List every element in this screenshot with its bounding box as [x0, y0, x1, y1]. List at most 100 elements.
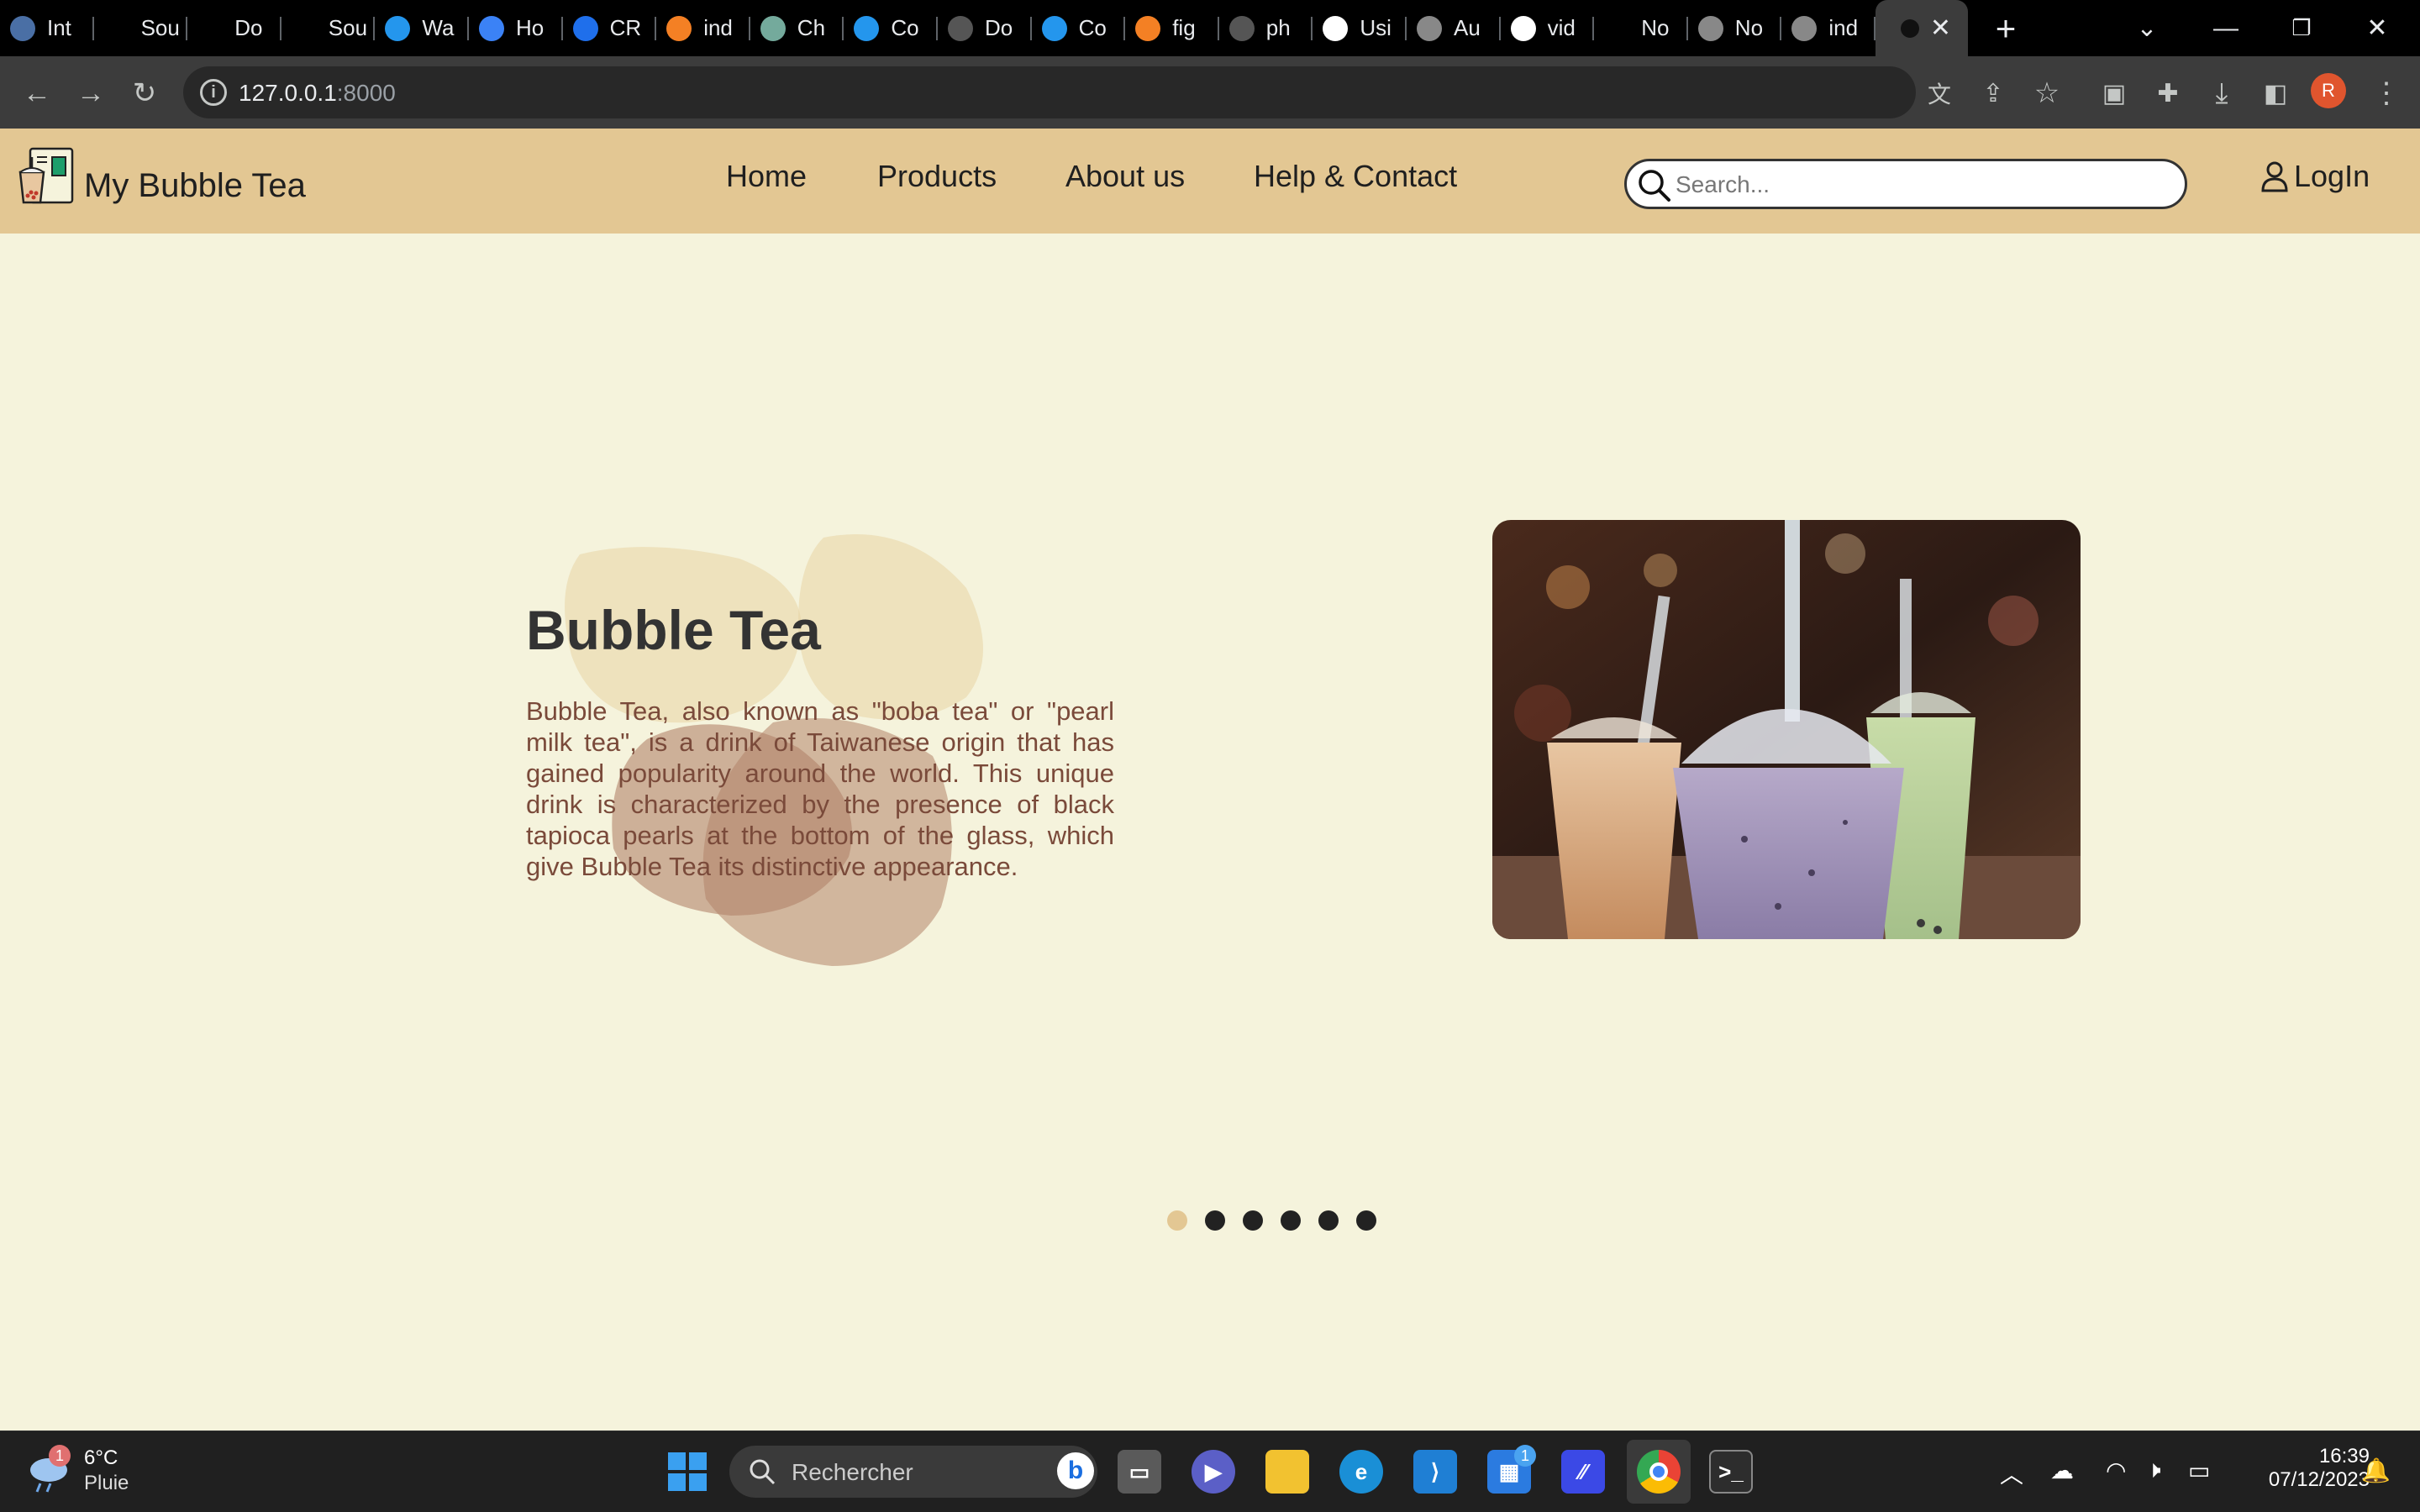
carousel-dot[interactable]	[1167, 1210, 1187, 1231]
browser-tab[interactable]: vid	[1501, 0, 1595, 56]
browser-tab[interactable]: Co	[1032, 0, 1126, 56]
browser-tab[interactable]: Au	[1407, 0, 1501, 56]
browser-tab-label: ind	[1828, 15, 1859, 40]
browser-tab[interactable]: Co	[844, 0, 938, 56]
browser-tab[interactable]: Sou	[94, 0, 188, 56]
carousel-pagination	[1167, 1210, 1376, 1231]
profile-avatar[interactable]: R	[2311, 73, 2346, 108]
taskbar-search-label: Rechercher	[792, 1459, 913, 1485]
address-bar[interactable]: i 127.0.0.1:8000	[183, 66, 1916, 118]
teams-chat-icon[interactable]: ▶	[1192, 1450, 1235, 1494]
restore-button[interactable]: ❐	[2264, 0, 2339, 56]
carousel-dot[interactable]	[1243, 1210, 1263, 1231]
power-automate-icon[interactable]: ⁄⁄	[1561, 1450, 1605, 1494]
docker-favicon	[1228, 15, 1255, 41]
wifi-icon[interactable]: ◠	[2106, 1457, 2126, 1484]
notification-bell-icon[interactable]: 🔔	[2361, 1457, 2391, 1484]
reload-icon[interactable]: ↻	[126, 75, 163, 112]
clock-date: 07/12/2023	[2268, 1468, 2370, 1491]
browser-tab[interactable]: No	[1688, 0, 1782, 56]
browser-tab-label: Usi	[1360, 15, 1392, 40]
browser-tab[interactable]: Do	[187, 0, 281, 56]
bing-icon[interactable]: b	[1057, 1452, 1094, 1489]
volume-muted-icon[interactable]: 🕨	[2146, 1457, 2161, 1484]
nav-home[interactable]: Home	[726, 159, 807, 194]
browser-tab-label: No	[1734, 15, 1764, 40]
chrome-icon[interactable]	[1637, 1450, 1681, 1494]
browser-tab[interactable]: Do	[938, 0, 1032, 56]
new-tab-button[interactable]: +	[1968, 0, 2044, 56]
user-icon	[2261, 161, 2288, 192]
share-icon[interactable]: ⇪	[1975, 75, 2012, 112]
hero-description: Bubble Tea, also known as "boba tea" or …	[526, 696, 1114, 881]
download-icon[interactable]: ⤓	[2203, 75, 2240, 112]
browser-tab[interactable]: Int	[0, 0, 94, 56]
bookmark-star-icon[interactable]: ☆	[2028, 75, 2065, 112]
battery-icon[interactable]: ▭	[2188, 1457, 2210, 1484]
forward-icon[interactable]: →	[72, 75, 109, 112]
browser-tab[interactable]: Sou	[281, 0, 376, 56]
browser-tab[interactable]: fig	[1125, 0, 1219, 56]
nav-help-contact[interactable]: Help & Contact	[1254, 159, 1457, 194]
browser-tab-label: Sou	[140, 15, 180, 40]
browser-tab[interactable]: Usi	[1313, 0, 1407, 56]
nav-products[interactable]: Products	[877, 159, 997, 194]
browser-tab-label: CR	[609, 15, 642, 40]
browser-tab-label: vid	[1547, 15, 1576, 40]
tab-search-icon[interactable]: ⌄	[2109, 0, 2185, 56]
site-info-icon[interactable]: i	[200, 79, 227, 106]
browser-tab-label: Co	[1078, 15, 1107, 40]
site-brand-name[interactable]: My Bubble Tea	[84, 167, 306, 205]
close-window-button[interactable]: ✕	[2339, 0, 2415, 56]
minimize-button[interactable]: —	[2188, 0, 2264, 56]
taskbar-search[interactable]: Rechercher b	[729, 1446, 1097, 1498]
translate-icon[interactable]: 文	[1921, 75, 1958, 112]
windows-taskbar: 1 6°C Pluie Rechercher b ▭ ▶ e ⟩ ▦ 1 ⁄⁄ …	[0, 1431, 2420, 1512]
nav-about-us[interactable]: About us	[1065, 159, 1185, 194]
browser-tab[interactable]: ph	[1219, 0, 1313, 56]
browser-tab-label: fig	[1172, 15, 1196, 40]
carousel-dot[interactable]	[1281, 1210, 1301, 1231]
tab-view-icon[interactable]: ▣	[2096, 75, 2133, 112]
weather-badge: 1	[49, 1445, 71, 1467]
google-favicon	[1510, 15, 1536, 41]
edge-browser-icon[interactable]: e	[1339, 1450, 1383, 1494]
side-panel-icon[interactable]: ◧	[2257, 75, 2294, 112]
wordpress-favicon	[1323, 15, 1349, 41]
carousel-dot[interactable]	[1356, 1210, 1376, 1231]
weather-widget[interactable]: 1 6°C Pluie	[25, 1445, 129, 1498]
login-button[interactable]: LogIn	[2260, 159, 2370, 194]
close-tab-icon[interactable]: ✕	[1930, 13, 1951, 43]
back-icon[interactable]: ←	[18, 75, 55, 112]
browser-tab-active[interactable]: ✕	[1876, 0, 1968, 56]
browser-tab[interactable]: ind	[1781, 0, 1876, 56]
extensions-icon[interactable]: ✚	[2149, 75, 2186, 112]
browser-tab[interactable]: ind	[656, 0, 750, 56]
bubble-tea-logo-icon[interactable]	[18, 147, 76, 206]
docker-favicon	[385, 15, 411, 41]
carousel-dot[interactable]	[1318, 1210, 1339, 1231]
search-icon[interactable]	[1635, 166, 1672, 203]
stackoverflow-favicon	[1135, 15, 1161, 41]
stackoverflow-favicon	[666, 15, 692, 41]
browser-tab[interactable]: Wa	[375, 0, 469, 56]
vscode-icon[interactable]: ⟩	[1413, 1450, 1457, 1494]
browser-tab-label: Wa	[422, 15, 455, 40]
hero-title: Bubble Tea	[526, 599, 821, 661]
browser-tab[interactable]: CR	[563, 0, 657, 56]
browser-tab[interactable]: Ho	[469, 0, 563, 56]
tray-overflow-icon[interactable]: ︿	[2000, 1457, 2023, 1490]
system-clock[interactable]: 16:39 07/12/2023	[2218, 1445, 2370, 1492]
terminal-icon[interactable]: >_	[1709, 1450, 1753, 1494]
windows-start-icon[interactable]	[666, 1450, 709, 1494]
menu-kebab-icon[interactable]: ⋮	[2368, 75, 2405, 112]
site-search-box[interactable]	[1624, 159, 2187, 209]
search-input[interactable]	[1676, 168, 2171, 202]
onedrive-icon[interactable]: ☁	[2050, 1457, 2074, 1484]
carousel-dot[interactable]	[1205, 1210, 1225, 1231]
search-icon	[750, 1459, 776, 1485]
browser-tab[interactable]: Ch	[750, 0, 844, 56]
file-explorer-icon[interactable]	[1265, 1450, 1309, 1494]
browser-tab[interactable]: No	[1594, 0, 1688, 56]
task-view-icon[interactable]: ▭	[1118, 1450, 1161, 1494]
